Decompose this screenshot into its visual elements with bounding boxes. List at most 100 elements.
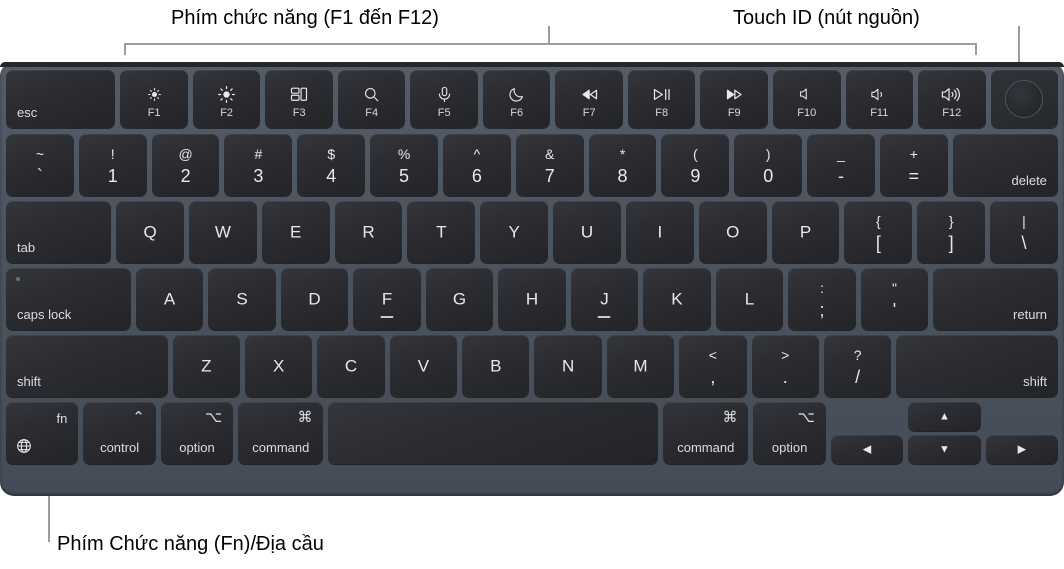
- key-legend: P: [799, 222, 812, 242]
- key-8[interactable]: * 8: [588, 134, 657, 196]
- key-e[interactable]: E: [261, 201, 330, 263]
- callout-bracket-tick-right: [975, 43, 977, 55]
- key-arrow-down[interactable]: ▼: [908, 435, 981, 464]
- key-tab[interactable]: tab: [6, 201, 112, 263]
- key--[interactable]: _ -: [807, 134, 875, 196]
- key-legend-base: ': [892, 300, 897, 320]
- key-shift-right[interactable]: shift: [896, 335, 1058, 397]
- key-1[interactable]: ! 1: [78, 134, 147, 196]
- key-f5[interactable]: F5: [410, 70, 478, 128]
- key-f1[interactable]: F1: [120, 70, 188, 128]
- key-caps-lock[interactable]: caps lock: [6, 268, 131, 330]
- key-f6[interactable]: F6: [482, 70, 551, 128]
- key-o[interactable]: O: [698, 201, 767, 263]
- key-arrow-up[interactable]: ▲: [908, 402, 981, 431]
- key--[interactable]: {[: [844, 201, 913, 263]
- key-f[interactable]: F: [353, 268, 421, 330]
- key--[interactable]: " ': [860, 268, 929, 330]
- key-f4[interactable]: F4: [337, 70, 406, 128]
- key-u[interactable]: U: [553, 201, 621, 263]
- key-3[interactable]: #3: [224, 134, 293, 196]
- key-q[interactable]: Q: [116, 201, 184, 263]
- key--[interactable]: ? /: [823, 335, 892, 397]
- key-t[interactable]: T: [407, 201, 476, 263]
- brightness-down-icon: [120, 84, 188, 104]
- key-option-right[interactable]: ⌥ option: [753, 402, 826, 464]
- key-6[interactable]: ^ 6: [442, 134, 511, 196]
- key-f12[interactable]: F12: [918, 70, 986, 128]
- command-symbol-icon: ⌘: [297, 409, 313, 426]
- key-f8[interactable]: F8: [627, 70, 696, 128]
- key-label: option: [179, 440, 215, 455]
- key-h[interactable]: H: [498, 268, 566, 330]
- key-4[interactable]: $4: [297, 134, 366, 196]
- key-space[interactable]: [328, 402, 659, 464]
- key-p[interactable]: P: [771, 201, 840, 263]
- key--[interactable]: :;: [788, 268, 856, 330]
- key--[interactable]: }]: [917, 201, 986, 263]
- volume-up-icon: [918, 84, 986, 104]
- key-esc[interactable]: esc: [6, 70, 116, 128]
- key-label: return: [1013, 307, 1048, 322]
- key--[interactable]: + =: [879, 134, 948, 196]
- key-j[interactable]: J: [570, 268, 639, 330]
- key-f9[interactable]: F9: [700, 70, 768, 128]
- homing-bar: [380, 316, 394, 318]
- key-a[interactable]: A: [135, 268, 204, 330]
- key-option[interactable]: ⌥ option: [160, 402, 234, 464]
- key-0[interactable]: ) 0: [734, 134, 803, 196]
- key-arrow-left[interactable]: ◀: [830, 435, 904, 464]
- key-b[interactable]: B: [462, 335, 530, 397]
- key-9[interactable]: (9: [661, 134, 730, 196]
- key-legend-shifted: %: [397, 146, 411, 162]
- key-l[interactable]: L: [715, 268, 784, 330]
- key-s[interactable]: S: [208, 268, 276, 330]
- key-legend-base: `: [36, 166, 43, 186]
- key-legend: Z: [201, 356, 212, 376]
- key-delete-right[interactable]: delete: [952, 134, 1058, 196]
- key-g[interactable]: G: [425, 268, 494, 330]
- key-fkey-label: F12: [942, 107, 962, 119]
- key--[interactable]: <,: [679, 335, 747, 397]
- key-return-right[interactable]: return: [933, 268, 1059, 330]
- key-n[interactable]: N: [534, 335, 602, 397]
- key--[interactable]: >.: [751, 335, 819, 397]
- key-command[interactable]: ⌘ command: [238, 402, 324, 464]
- key-m[interactable]: M: [606, 335, 675, 397]
- key-w[interactable]: W: [188, 201, 257, 263]
- callout-label-fn-globe: Phím Chức năng (Fn)/Địa cầu: [57, 533, 324, 555]
- key-f7[interactable]: F7: [555, 70, 623, 128]
- key-shift[interactable]: shift: [6, 335, 168, 397]
- key-d[interactable]: D: [280, 268, 349, 330]
- key--[interactable]: | \: [990, 201, 1058, 263]
- key-y[interactable]: Y: [480, 201, 549, 263]
- key-i[interactable]: I: [625, 201, 694, 263]
- key-fn-globe[interactable]: fn: [6, 402, 79, 464]
- key-label: fn: [56, 411, 68, 426]
- key-v[interactable]: V: [389, 335, 458, 397]
- key-5[interactable]: % 5: [370, 134, 438, 196]
- key-legend-base: ]: [948, 233, 954, 253]
- brightness-up-icon: [193, 84, 261, 104]
- key-c[interactable]: C: [317, 335, 385, 397]
- key-7[interactable]: & 7: [515, 134, 584, 196]
- key-touch-id[interactable]: [990, 70, 1059, 128]
- key-arrow-right[interactable]: ▶: [985, 435, 1058, 464]
- key-k[interactable]: K: [643, 268, 711, 330]
- key-2[interactable]: @2: [151, 134, 220, 196]
- key-legend: W: [214, 222, 231, 242]
- key-f11[interactable]: F11: [845, 70, 914, 128]
- key--[interactable]: ~ `: [6, 134, 74, 196]
- key-control[interactable]: ⌃ control: [83, 402, 156, 464]
- key-r[interactable]: R: [334, 201, 403, 263]
- key-f3[interactable]: F3: [265, 70, 333, 128]
- key-f2[interactable]: F2: [192, 70, 261, 128]
- key-command-right[interactable]: ⌘ command: [663, 402, 749, 464]
- key-x[interactable]: X: [245, 335, 313, 397]
- do-not-disturb-moon-icon: [483, 84, 551, 104]
- key-f10[interactable]: F10: [773, 70, 841, 128]
- key-z[interactable]: Z: [172, 335, 241, 397]
- key-legend: B: [490, 356, 502, 376]
- key-label: option: [771, 440, 808, 455]
- key-legend-shifted: #: [254, 146, 263, 162]
